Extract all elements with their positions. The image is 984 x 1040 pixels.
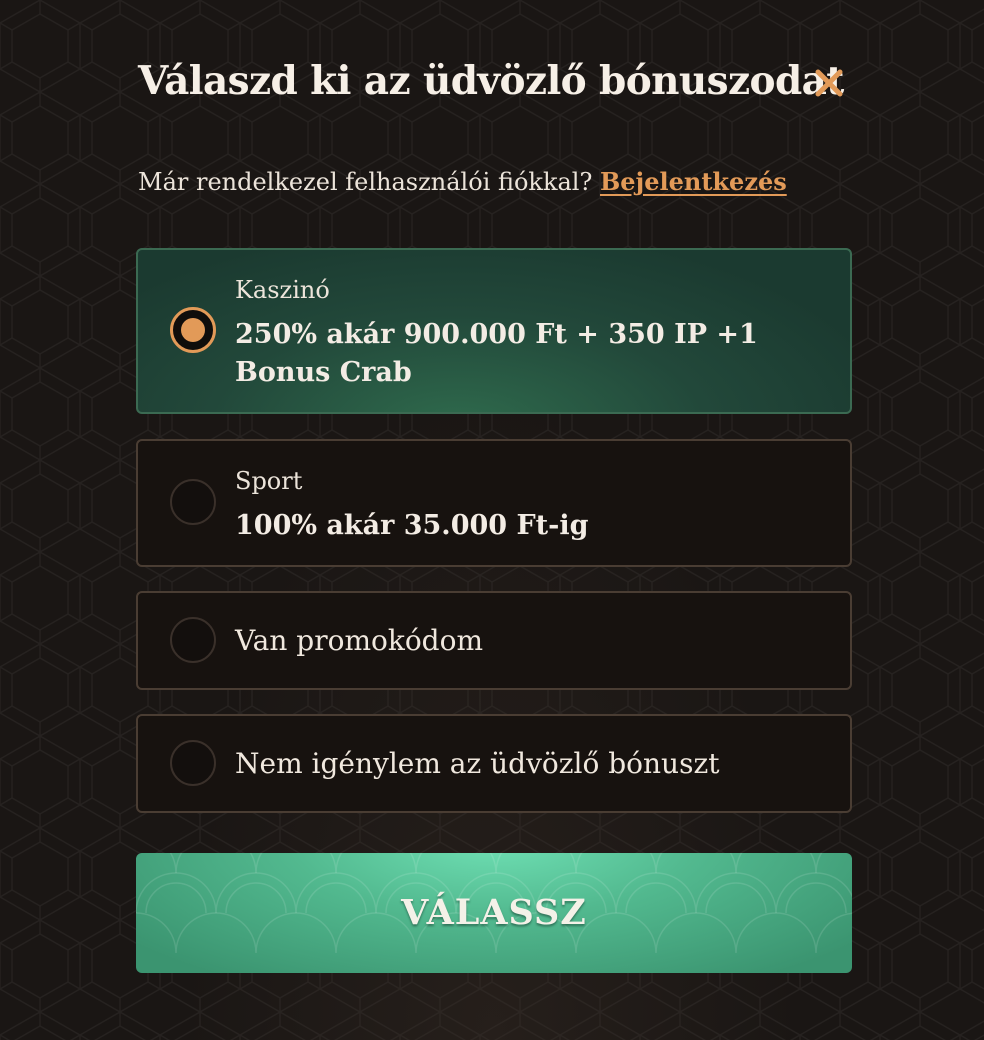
option-label: Nem igénylem az üdvözlő bónuszt (235, 747, 720, 780)
bonus-option-sport[interactable]: Sport 100% akár 35.000 Ft-ig (136, 439, 852, 567)
radio-button[interactable] (170, 740, 216, 786)
option-label: Kaszinó (235, 276, 330, 304)
option-value: 100% akár 35.000 Ft-ig (235, 510, 589, 541)
choose-button-label: VÁLASSZ (401, 892, 587, 933)
bonus-option-casino[interactable]: Kaszinó 250% akár 900.000 Ft + 350 IP +1… (136, 248, 852, 414)
option-label: Van promokódom (235, 624, 484, 657)
bonus-option-no-bonus[interactable]: Nem igénylem az üdvözlő bónuszt (136, 714, 852, 813)
modal-header: Válaszd ki az üdvözlő bónuszodat (136, 40, 852, 130)
login-link[interactable]: Bejelentkezés (600, 167, 787, 196)
option-label: Sport (235, 467, 303, 495)
bonus-selection-modal: Válaszd ki az üdvözlő bónuszodat Már ren… (136, 40, 852, 973)
modal-title: Válaszd ki az üdvözlő bónuszodat (138, 58, 844, 104)
radio-button-selected[interactable] (170, 307, 216, 353)
close-icon[interactable] (812, 66, 846, 100)
choose-button[interactable]: VÁLASSZ (136, 853, 852, 973)
radio-button[interactable] (170, 479, 216, 525)
bonus-option-promo-code[interactable]: Van promokódom (136, 591, 852, 690)
radio-button[interactable] (170, 617, 216, 663)
login-prompt-row: Már rendelkezel felhasználói fiókkal? Be… (138, 167, 787, 196)
option-value: 250% akár 900.000 Ft + 350 IP +1 Bonus C… (235, 319, 758, 388)
login-prompt-text: Már rendelkezel felhasználói fiókkal? (138, 168, 593, 196)
radio-dot (181, 318, 205, 342)
